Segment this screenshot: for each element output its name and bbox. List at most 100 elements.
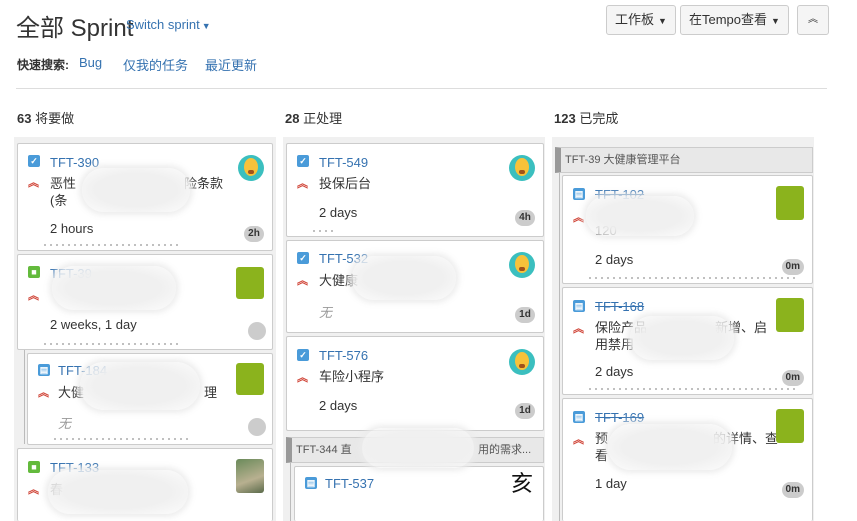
progress-dots (587, 277, 797, 279)
assignee-avatar[interactable] (236, 267, 264, 299)
story-icon: ■ (28, 461, 40, 473)
chevron-down-icon: ▼ (201, 21, 211, 31)
time-badge: 2h (244, 226, 264, 242)
issue-key[interactable]: TFT-576 (319, 348, 368, 363)
assignee-avatar[interactable] (509, 349, 535, 375)
subtask-icon: ▤ (305, 477, 317, 489)
epic-label-end: 用的需求... (478, 444, 532, 456)
redaction-cloud (80, 362, 200, 410)
assignee-avatar[interactable] (776, 409, 804, 443)
time-badge: 0m (781, 259, 804, 275)
assignee-avatar[interactable] (509, 155, 535, 181)
column-header-done: 123 已完成 (554, 108, 618, 127)
issue-key[interactable]: TFT-537 (325, 476, 374, 491)
header-divider (16, 88, 827, 89)
time-badge: 1d (515, 403, 535, 419)
assignee-avatar[interactable] (776, 298, 804, 332)
issue-summary-end: 理 (204, 385, 218, 400)
redaction-cloud (352, 256, 456, 300)
column-header-in-progress: 28 正处理 (285, 108, 342, 127)
redaction-cloud (82, 168, 190, 212)
issue-card[interactable]: ▤ TFT-537 亥 (294, 466, 544, 521)
issue-estimate: 无 (319, 305, 333, 320)
tempo-button[interactable]: 在Tempo查看 ▼ (680, 5, 789, 35)
redaction-cloud (362, 428, 474, 468)
collapse-header-button[interactable]: ︽ (797, 5, 829, 35)
page-title: 全部 Sprint (16, 15, 134, 42)
priority-highest-icon: ︽ (573, 212, 584, 224)
issue-card[interactable]: ✓ TFT-549 ︽ 投保后台 2 days 4h (286, 143, 544, 237)
issue-estimate: 2 days (319, 398, 358, 413)
time-badge (248, 322, 266, 340)
priority-highest-icon: ︽ (38, 387, 49, 399)
subtask-icon: ▤ (573, 300, 585, 312)
epic-label-start: TFT-344 直 (296, 444, 352, 456)
assignee-avatar[interactable] (236, 363, 264, 395)
priority-highest-icon: ︽ (573, 323, 584, 335)
priority-highest-icon: ︽ (297, 178, 308, 190)
time-badge (248, 418, 266, 436)
chevron-down-icon: ▼ (771, 16, 780, 26)
issue-key[interactable]: TFT-168 (595, 299, 644, 314)
chevron-down-icon: ▼ (658, 16, 667, 26)
issue-key[interactable]: TFT-390 (50, 155, 99, 170)
epic-swimlane-header[interactable]: TFT-39 大健康管理平台 (555, 147, 813, 173)
issue-summary-start: 恶性 (50, 176, 77, 191)
time-badge: 1d (515, 307, 535, 323)
issue-estimate: 2 days (319, 205, 358, 220)
issue-estimate: 2 days (595, 364, 634, 379)
redaction-cloud (586, 196, 694, 236)
quick-search-label: 快速搜索: (17, 58, 69, 72)
quick-filter-my-tasks[interactable]: 仅我的任务 (123, 55, 188, 74)
issue-summary-line2: (条 (50, 193, 68, 208)
task-icon: ✓ (297, 252, 309, 264)
switch-sprint-link[interactable]: Switch sprint ▼ (126, 17, 211, 32)
progress-dots (587, 388, 797, 390)
progress-dots (311, 230, 335, 232)
priority-highest-icon: ︽ (297, 275, 308, 287)
time-badge: 4h (515, 210, 535, 226)
issue-summary: 投保后台 (319, 176, 372, 191)
priority-highest-icon: ︽ (297, 372, 308, 384)
assignee-avatar[interactable] (236, 459, 264, 493)
issue-estimate: 无 (58, 416, 72, 431)
time-badge: 0m (781, 482, 804, 498)
quick-filter-bug[interactable]: Bug (79, 55, 102, 70)
progress-dots (42, 343, 182, 345)
quick-filter-recently-updated[interactable]: 最近更新 (205, 55, 257, 74)
priority-highest-icon: ︽ (28, 290, 39, 302)
priority-highest-icon: ︽ (28, 177, 39, 189)
redaction-cloud (52, 266, 176, 310)
subtask-indent-line (290, 463, 291, 521)
switch-sprint-label: Switch sprint (126, 17, 200, 32)
issue-estimate: 2 hours (50, 221, 94, 236)
redaction-cloud (608, 424, 732, 470)
story-icon: ■ (28, 266, 40, 278)
issue-summary-line2: 用禁用 (595, 337, 635, 352)
subtask-icon: ▤ (573, 411, 585, 423)
subtask-icon: ▤ (573, 188, 585, 200)
board-button[interactable]: 工作板 ▼ (606, 5, 676, 35)
task-icon: ✓ (297, 155, 309, 167)
subtask-indent-line (559, 173, 560, 521)
assignee-avatar[interactable] (509, 252, 535, 278)
column-count: 28 (285, 111, 300, 126)
issue-key[interactable]: TFT-169 (595, 410, 644, 425)
priority-highest-icon: ︽ (28, 484, 39, 496)
subtask-icon: ▤ (38, 364, 50, 376)
priority-highest-icon: ︽ (573, 434, 584, 446)
column-header-todo: 63 将要做 (17, 108, 74, 127)
column-count: 123 (554, 111, 576, 126)
assignee-avatar[interactable] (776, 186, 804, 220)
issue-summary-start: 预 (595, 431, 609, 446)
issue-key[interactable]: TFT-549 (319, 155, 368, 170)
board-button-label: 工作板 (615, 12, 655, 27)
progress-dots (52, 438, 192, 440)
column-name: 正处理 (303, 111, 343, 126)
issue-estimate: 2 days (595, 252, 634, 267)
issue-card[interactable]: ✓ TFT-576 ︽ 车险小程序 2 days 1d (286, 336, 544, 431)
assignee-avatar[interactable] (238, 155, 264, 181)
issue-summary: 车险小程序 (319, 369, 385, 384)
column-name: 将要做 (35, 111, 75, 126)
assignee-avatar[interactable]: 亥 (509, 472, 535, 498)
